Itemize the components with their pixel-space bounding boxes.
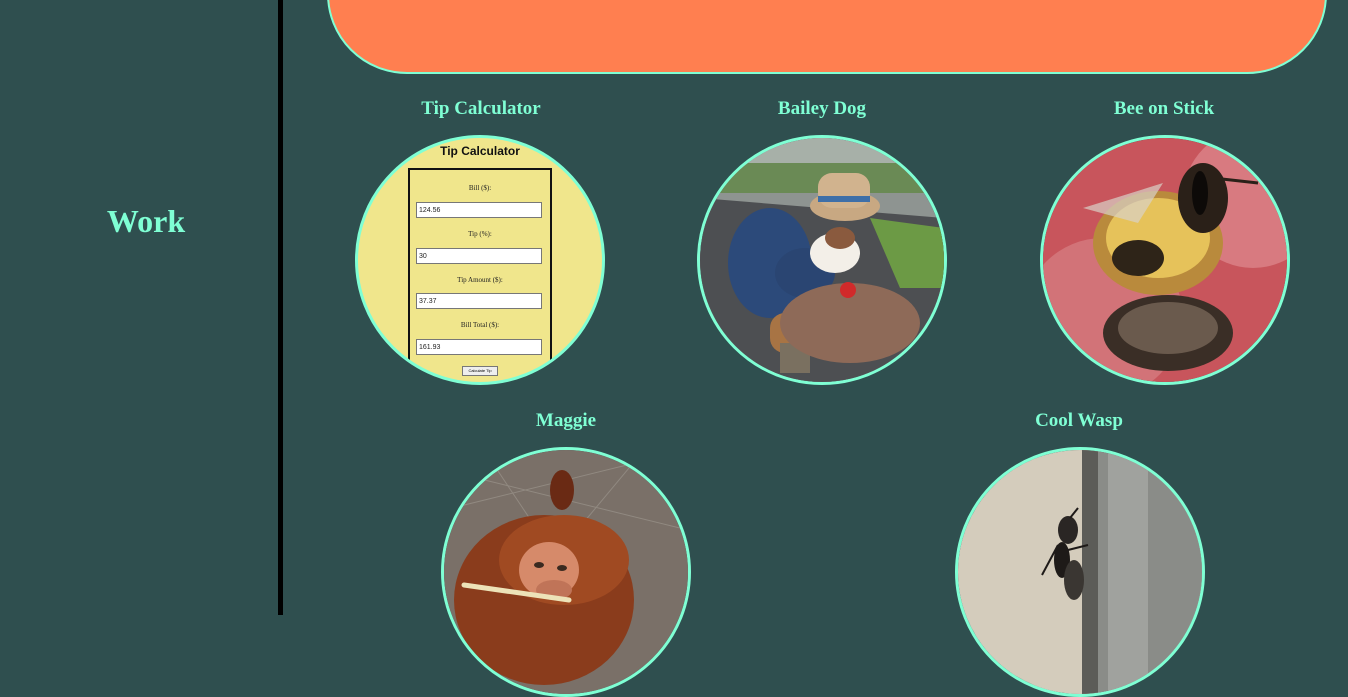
dog-photo-illustration xyxy=(700,138,944,382)
project-title-maggie[interactable]: Maggie xyxy=(436,410,696,432)
tip-calc-total-label: Bill Total ($): xyxy=(460,321,500,329)
project-title-bee-on-stick[interactable]: Bee on Stick xyxy=(1034,98,1294,120)
sidebar-title: Work xyxy=(106,203,186,239)
tip-calc-tip-field: 30 xyxy=(416,248,542,264)
project-image-cool-wasp[interactable] xyxy=(955,447,1205,697)
tip-calc-bill-label: Bill ($): xyxy=(468,184,492,192)
tip-calc-amount-label: Tip Amount ($): xyxy=(457,276,503,284)
tip-calc-heading: Tip Calculator xyxy=(440,144,520,158)
tip-calc-bill-field: 124.56 xyxy=(416,202,542,218)
tip-calc-button: Calculate Tip xyxy=(462,366,498,376)
tip-calc-form: Bill ($): 124.56 Tip (%): 30 Tip Amount … xyxy=(408,168,552,382)
project-image-bailey-dog[interactable] xyxy=(697,135,947,385)
project-title-cool-wasp[interactable]: Cool Wasp xyxy=(949,410,1209,432)
sidebar-divider xyxy=(278,0,283,615)
project-title-tip-calculator[interactable]: Tip Calculator xyxy=(351,98,611,120)
sidebar: Work xyxy=(0,0,278,615)
tip-calc-tip-label: Tip (%): xyxy=(468,230,492,238)
project-title-bailey-dog[interactable]: Bailey Dog xyxy=(692,98,952,120)
tip-calc-amount-field: 37.37 xyxy=(416,293,542,309)
tip-calc-total-field: 161.93 xyxy=(416,339,542,355)
project-image-bee-on-stick[interactable] xyxy=(1040,135,1290,385)
project-image-maggie[interactable] xyxy=(441,447,691,697)
orangutan-photo-illustration xyxy=(444,450,688,694)
bee-photo-illustration xyxy=(1043,138,1287,382)
project-image-tip-calculator[interactable]: Tip Calculator Bill ($): 124.56 Tip (%):… xyxy=(355,135,605,385)
header-banner xyxy=(327,0,1327,74)
wasp-photo-illustration xyxy=(958,450,1202,694)
